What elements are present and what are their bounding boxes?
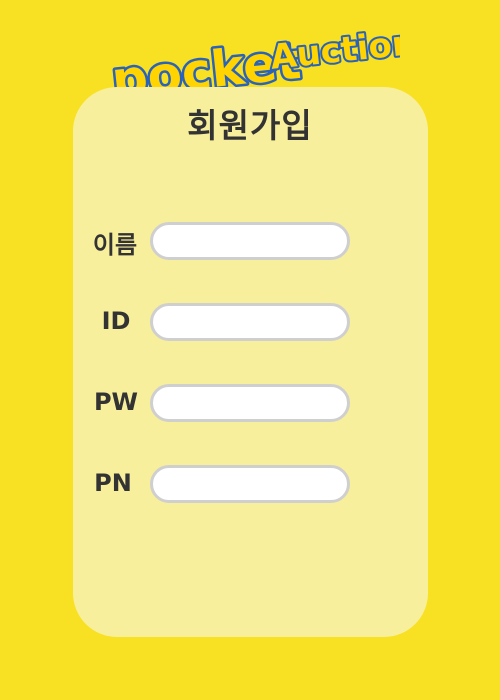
pw-label: PW — [93, 388, 139, 416]
page-title: 회원가입 — [187, 106, 313, 145]
password-input[interactable] — [150, 384, 350, 422]
id-label: ID — [101, 307, 131, 335]
signup-card — [73, 87, 428, 637]
phone-input[interactable] — [150, 465, 350, 503]
id-input[interactable] — [150, 303, 350, 341]
name-input[interactable] — [150, 222, 350, 260]
logo-text-auction: Auction — [268, 23, 400, 78]
name-label: 이름 — [92, 231, 138, 259]
pn-label: PN — [94, 469, 132, 497]
